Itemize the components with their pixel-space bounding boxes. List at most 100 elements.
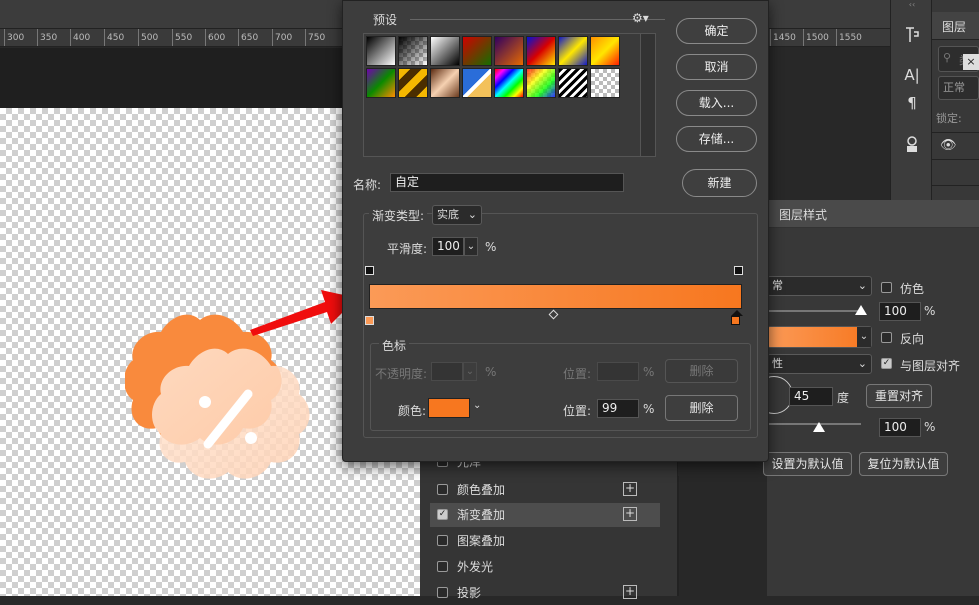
align-checkbox[interactable]: ✓ [881,358,892,369]
reverse-label: 反向 [900,332,925,346]
reset-align-button[interactable]: 重置对齐 [866,384,932,408]
ruler-tick: 1550 [836,29,862,46]
presets-scrollbar[interactable] [640,34,655,156]
preset-swatch[interactable] [494,36,524,66]
preset-swatch[interactable] [494,68,524,98]
cancel-button[interactable]: 取消 [676,54,757,80]
blend-mode-select[interactable]: 常 ⌄ [767,276,872,296]
effect-outer-glow[interactable]: 外发光 [430,555,660,579]
ruler-tick: 650 [238,29,258,46]
stamp-icon[interactable] [891,136,933,158]
effect-checkbox[interactable]: ✓ [437,509,448,520]
ruler-tick: 350 [37,29,57,46]
preset-swatch[interactable] [590,36,620,66]
preset-swatch[interactable] [526,36,556,66]
set-default-button[interactable]: 设置为默认值 [763,452,852,476]
preset-swatch[interactable] [462,68,492,98]
preset-swatch[interactable] [430,36,460,66]
gradient-preview[interactable]: ⌄ [767,326,872,348]
preset-swatch[interactable] [366,68,396,98]
ruler-tick: 450 [104,29,124,46]
color-stop-right[interactable] [731,316,740,325]
gradient-bar[interactable] [369,284,742,309]
pen-icon[interactable] [891,26,933,48]
preset-swatch[interactable] [462,36,492,66]
paragraph-icon[interactable]: ¶ [891,94,933,112]
effect-checkbox[interactable] [437,484,448,495]
delete-opacity-stop-button[interactable]: 删除 [665,359,738,383]
chevron-down-icon[interactable]: ⌄ [464,237,478,256]
gradient-type-label: 渐变类型: [369,207,428,224]
effect-checkbox[interactable] [437,561,448,572]
collapse-icon[interactable]: ‹‹ [891,0,933,9]
slider-handle[interactable] [855,305,867,315]
effect-pattern-overlay[interactable]: 图案叠加 [430,529,660,553]
color-stop-left[interactable] [365,316,374,325]
opacity-stop-left[interactable] [365,266,374,275]
preset-swatch[interactable] [558,68,588,98]
lock-label: 锁定: [936,112,962,125]
ruler-tick: 750 [305,29,325,46]
text-icon[interactable]: A| [891,66,933,84]
effect-color-overlay[interactable]: 颜色叠加 + [430,478,660,502]
preset-swatch[interactable] [366,36,396,66]
ruler-tick: 1450 [770,29,796,46]
smoothness-input[interactable]: 100 [432,237,464,256]
dither-label: 仿色 [900,282,925,296]
preset-swatch[interactable] [526,68,556,98]
slider-handle[interactable] [813,422,825,432]
add-effect-icon[interactable]: + [623,507,637,521]
opacity-location-input[interactable] [597,362,639,381]
eye-icon[interactable]: 👁 [940,138,957,153]
layers-tab[interactable]: 图层 [942,18,966,35]
new-button[interactable]: 新建 [682,169,757,197]
reverse-checkbox[interactable] [881,332,892,343]
chevron-down-icon[interactable]: ⌄ [463,362,477,381]
style-select[interactable]: 性 ⌄ [767,354,872,374]
ruler-tick: 500 [138,29,158,46]
color-location-input[interactable]: 99 [597,399,639,418]
opacity-slider[interactable] [767,310,861,312]
reset-default-button[interactable]: 复位为默认值 [859,452,948,476]
preset-swatch[interactable] [398,68,428,98]
layer-style-titlebar: 图层样式 [767,200,979,228]
save-button[interactable]: 存储... [676,126,757,152]
angle-input[interactable]: 45 [789,387,833,406]
ruler-tick: 700 [272,29,292,46]
effect-checkbox[interactable] [437,535,448,546]
color-swatch[interactable] [428,398,470,418]
presets-gear-icon[interactable]: ⚙▾ [632,11,649,25]
effect-checkbox[interactable] [437,587,448,598]
stop-opacity-input[interactable] [431,362,463,381]
dither-checkbox[interactable] [881,282,892,293]
stops-group-label: 色标 [379,337,410,354]
opacity-stop-right[interactable] [734,266,743,275]
gradient-editor-dialog: 预设 ⚙▾ 确定 取消 载入... 存储... 名称: 自定 新建 渐变类型: … [342,0,769,462]
scale-input[interactable]: 100 [879,418,921,437]
opacity-input[interactable]: 100 [879,302,921,321]
add-effect-icon[interactable]: + [623,482,637,496]
delete-color-stop-button[interactable]: 删除 [665,395,738,421]
preset-swatch[interactable] [398,36,428,66]
name-input[interactable]: 自定 [390,173,624,192]
effect-drop-shadow[interactable]: 投影 + [430,581,660,605]
name-label: 名称: [353,178,382,192]
blend-mode-select[interactable]: 正常 [938,76,979,100]
effect-gradient-overlay[interactable]: ✓ 渐变叠加 + [430,503,660,527]
preset-swatch[interactable] [558,36,588,66]
color-location-label: 位置: [563,404,592,418]
add-effect-icon[interactable]: + [623,585,637,599]
preset-swatch[interactable] [430,68,460,98]
ruler-tick: 1500 [803,29,829,46]
ruler-tick: 300 [4,29,24,46]
presets-grid [363,33,656,157]
gradient-type-select[interactable]: 实底 ⌄ [432,205,482,225]
ruler-tick: 400 [70,29,90,46]
opacity-label: 不透明度: [375,367,428,381]
preset-swatch[interactable] [590,68,620,98]
load-button[interactable]: 载入... [676,90,757,116]
badge-front-shape [152,348,310,479]
ok-button[interactable]: 确定 [676,18,757,44]
chevron-down-icon[interactable]: ⌄ [473,400,481,411]
close-icon[interactable]: × [963,54,979,70]
